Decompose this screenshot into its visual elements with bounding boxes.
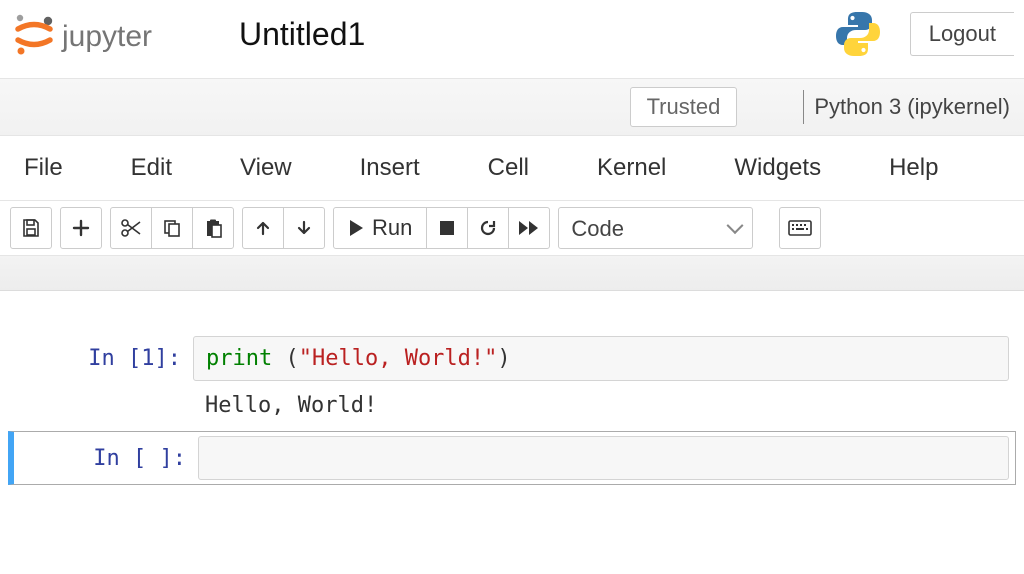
play-icon (348, 219, 364, 237)
menu-help[interactable]: Help (889, 154, 938, 182)
menu-file[interactable]: File (24, 154, 63, 182)
command-palette-button[interactable] (779, 207, 821, 249)
notebook-area: In [1]: print ("Hello, World!") Hello, W… (0, 291, 1024, 509)
menu-widgets[interactable]: Widgets (734, 154, 821, 182)
keyboard-icon (788, 220, 812, 236)
kernel-info-bar: Trusted Python 3 (ipykernel) (0, 78, 1024, 136)
toolbar: Run Code (0, 200, 1024, 255)
logout-button[interactable]: Logout (910, 12, 1014, 56)
restart-run-all-button[interactable] (508, 207, 550, 249)
cell-type-select[interactable]: Code (558, 207, 753, 249)
menu-view[interactable]: View (240, 154, 292, 182)
code-input[interactable]: print ("Hello, World!") (193, 336, 1009, 381)
menu-cell[interactable]: Cell (488, 154, 529, 182)
move-group (242, 207, 325, 249)
run-label: Run (372, 215, 412, 241)
cut-copy-paste-group (110, 207, 234, 249)
code-cell[interactable]: In [1]: print ("Hello, World!") Hello, W… (8, 331, 1016, 427)
input-prompt: In [ ]: (14, 436, 198, 480)
arrow-down-icon (295, 219, 313, 237)
insert-cell-below-button[interactable] (60, 207, 102, 249)
save-button[interactable] (10, 207, 52, 249)
menu-kernel[interactable]: Kernel (597, 154, 666, 182)
menu-insert[interactable]: Insert (360, 154, 420, 182)
move-down-button[interactable] (283, 207, 325, 249)
paste-icon (203, 218, 223, 238)
code-cell-selected[interactable]: In [ ]: (8, 431, 1016, 485)
move-up-button[interactable] (242, 207, 284, 249)
copy-icon (162, 218, 182, 238)
notebook-header: jupyter Untitled1 Logout (0, 0, 1024, 78)
cut-button[interactable] (110, 207, 152, 249)
cell-type-select-wrap: Code (558, 207, 753, 249)
run-button[interactable]: Run (333, 207, 427, 249)
input-prompt: In [1]: (9, 336, 193, 422)
copy-button[interactable] (151, 207, 193, 249)
restart-button[interactable] (467, 207, 509, 249)
run-group: Run (333, 207, 550, 249)
jupyter-logo[interactable]: jupyter (12, 12, 187, 56)
menu-bar: File Edit View Insert Cell Kernel Widget… (0, 136, 1024, 200)
menu-edit[interactable]: Edit (131, 154, 172, 182)
fast-forward-icon (518, 220, 540, 236)
interrupt-button[interactable] (426, 207, 468, 249)
save-icon (21, 218, 41, 238)
arrow-up-icon (254, 219, 272, 237)
python-logo-icon (832, 8, 884, 60)
kernel-name[interactable]: Python 3 (ipykernel) (814, 94, 1010, 120)
stop-icon (439, 220, 455, 236)
cell-output: Hello, World! (193, 381, 1009, 422)
plus-icon (71, 218, 91, 238)
code-input[interactable] (198, 436, 1009, 480)
paste-button[interactable] (192, 207, 234, 249)
svg-text:jupyter: jupyter (61, 20, 152, 53)
toolbar-divider (0, 255, 1024, 291)
scissors-icon (120, 218, 142, 238)
restart-icon (478, 218, 498, 238)
trusted-badge[interactable]: Trusted (630, 87, 738, 127)
separator (803, 90, 804, 124)
notebook-name[interactable]: Untitled1 (239, 16, 365, 53)
